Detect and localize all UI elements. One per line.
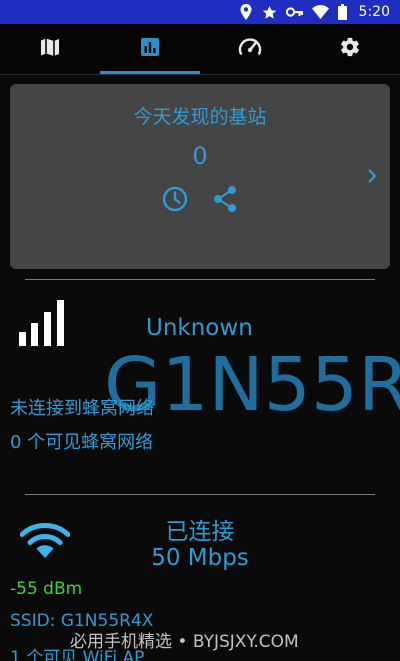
daily-stats-title: 今天发现的基站 <box>133 106 267 128</box>
location-icon <box>239 4 253 20</box>
battery-icon <box>337 4 347 20</box>
tab-bar <box>0 24 400 74</box>
share-icon[interactable] <box>212 185 238 217</box>
cell-connection-status: 未连接到蜂窝网络 <box>10 398 154 419</box>
wifi-link-speed: 50 Mbps <box>151 545 249 571</box>
status-icons: 5:20 <box>239 2 390 22</box>
vpn-key-icon <box>285 6 303 18</box>
speedometer-icon <box>238 37 262 61</box>
tab-statistics[interactable] <box>100 24 200 74</box>
wifi-status-icon <box>311 5 329 19</box>
tab-settings[interactable] <box>300 24 400 74</box>
status-time: 5:20 <box>358 4 390 20</box>
history-clock-icon[interactable] <box>161 185 189 217</box>
section-divider <box>25 494 375 495</box>
star-icon <box>262 5 277 20</box>
cell-visible-count: 0 个可见蜂窝网络 <box>10 432 154 453</box>
bar-chart-icon <box>140 37 160 61</box>
status-bar: 5:20 <box>0 0 400 24</box>
tab-speed-test[interactable] <box>200 24 300 74</box>
cell-operator: Unknown <box>146 315 253 341</box>
daily-stats-count: 0 <box>192 142 208 170</box>
section-divider <box>25 279 375 280</box>
daily-stats-card[interactable]: 今天发现的基站 0 <box>10 84 390 269</box>
settings-gear-icon <box>339 36 361 62</box>
app-screen: 5:20 今天发现的基站 0 Unknown G1N55R 未连接到蜂窝网络 0… <box>0 0 400 661</box>
tab-divider <box>0 74 400 75</box>
tab-map[interactable] <box>0 24 100 74</box>
chevron-right-icon[interactable] <box>366 167 378 189</box>
map-icon <box>40 37 60 61</box>
wifi-signal-strength: -55 dBm <box>10 579 83 599</box>
signal-bars-icon <box>18 298 66 350</box>
wifi-connection-status: 已连接 <box>165 519 235 545</box>
watermark: 必用手机精选 • BYJSJXY.COM <box>70 632 299 652</box>
